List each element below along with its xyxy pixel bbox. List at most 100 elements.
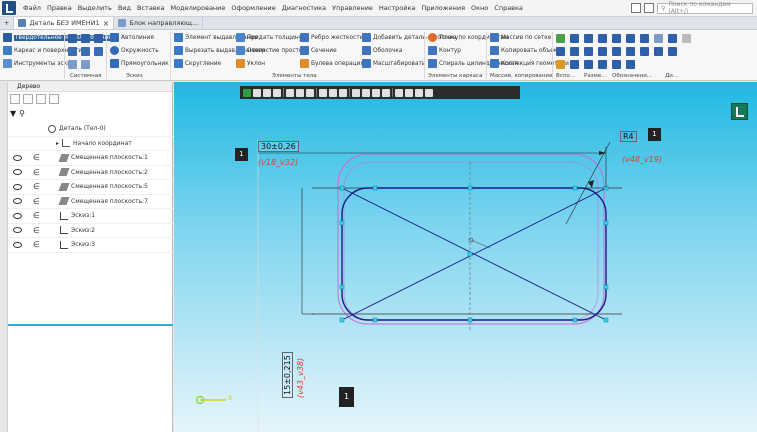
tree-item-plane-1[interactable]: ∈ Смещенная плоскость:1 xyxy=(8,151,173,166)
tree-item-sketch-1[interactable]: ∈ Эскиз:1 xyxy=(8,209,173,224)
expand-icon[interactable]: ▸ xyxy=(56,140,59,147)
tree-filter-icon[interactable] xyxy=(23,94,33,104)
new-file-icon[interactable] xyxy=(68,34,77,43)
designation-icon[interactable] xyxy=(626,34,635,43)
visibility-eye-icon[interactable] xyxy=(13,241,22,248)
visibility-eye-icon[interactable] xyxy=(13,227,22,234)
group-label-system[interactable]: Системная xyxy=(70,73,101,79)
group-label-sketch[interactable]: Эскиз xyxy=(126,73,143,79)
ribbon-draft[interactable]: Уклон xyxy=(236,59,265,68)
ribbon-copy-objects[interactable]: Копировать объекты xyxy=(490,46,565,55)
tab-add[interactable]: + xyxy=(0,17,15,29)
diag-icon[interactable] xyxy=(668,34,677,43)
app-logo-icon[interactable] xyxy=(2,1,16,15)
menu-help[interactable]: Справка xyxy=(491,4,526,12)
ribbon-scale[interactable]: Масштабировать xyxy=(362,59,425,68)
command-search-input[interactable]: ⚲ Поиск по командам (Alt+/) xyxy=(657,1,753,15)
menu-edit[interactable]: Правка xyxy=(44,4,75,12)
group-label-designations[interactable]: Обозначени... xyxy=(612,73,652,79)
ribbon-hole[interactable]: Отверстие простое xyxy=(236,46,306,55)
dimension-linear-icon[interactable] xyxy=(584,34,593,43)
tree-item-sketch-2[interactable]: ∈ Эскиз:2 xyxy=(8,224,173,238)
ribbon-autoline[interactable]: Автолиния xyxy=(110,33,154,42)
ribbon-fillet[interactable]: Скругление xyxy=(174,59,221,68)
menu-file[interactable]: Файл xyxy=(20,4,44,12)
group-label-wireframe-elements[interactable]: Элементы каркаса xyxy=(428,73,482,79)
visibility-eye-icon[interactable] xyxy=(13,198,22,205)
dimension-diameter-icon[interactable] xyxy=(584,47,593,56)
aux-point-icon[interactable] xyxy=(570,34,579,43)
dim-left-value[interactable]: 15±0,215 xyxy=(282,352,293,398)
diag-more-icon[interactable] xyxy=(682,34,691,43)
mark-icon[interactable] xyxy=(654,47,663,56)
menu-select[interactable]: Выделить xyxy=(75,4,115,12)
tree-search[interactable]: ▼ ⚲ xyxy=(10,108,170,118)
group-label-aux[interactable]: Вспо... xyxy=(556,73,575,79)
close-icon[interactable]: × xyxy=(103,19,110,28)
dimension-angle-icon[interactable] xyxy=(598,34,607,43)
dimension-more-icon[interactable] xyxy=(584,60,593,69)
ribbon-section[interactable]: Сечение xyxy=(300,46,337,55)
menu-insert[interactable]: Вставка xyxy=(134,4,168,12)
copy-icon[interactable] xyxy=(81,47,90,56)
group-label-array-copy[interactable]: Массив, копирование xyxy=(490,73,552,79)
group-label-dimensions[interactable]: Разме... xyxy=(584,73,606,79)
ribbon-contour[interactable]: Контур xyxy=(428,46,461,55)
tab-assembly[interactable]: Блок направляющ... xyxy=(114,17,204,29)
dim-radius-value[interactable]: R4 xyxy=(620,131,637,142)
menu-view[interactable]: Вид xyxy=(115,4,134,12)
check-icon[interactable] xyxy=(668,47,677,56)
visibility-eye-icon[interactable] xyxy=(13,169,22,176)
roughness-icon[interactable] xyxy=(640,34,649,43)
group-label-body-elements[interactable]: Элементы тела xyxy=(272,73,317,79)
tree-sort-icon[interactable] xyxy=(49,94,59,104)
window-button[interactable] xyxy=(644,3,654,13)
visibility-eye-icon[interactable] xyxy=(13,212,22,219)
ribbon-circle[interactable]: Окружность xyxy=(110,46,159,55)
visibility-eye-icon[interactable] xyxy=(13,154,22,161)
aux-plane-icon[interactable] xyxy=(556,47,565,56)
ribbon-shell[interactable]: Оболочка xyxy=(362,46,402,55)
leader-icon[interactable] xyxy=(654,34,663,43)
tree-item-plane-2[interactable]: ∈ Смещенная плоскость:2 xyxy=(8,166,173,180)
ribbon-rectangle[interactable]: Прямоугольник xyxy=(110,59,169,68)
menu-window[interactable]: Окно xyxy=(468,4,491,12)
tree-item-plane-5[interactable]: ∈ Смещенная плоскость:5 xyxy=(8,180,173,195)
print-icon[interactable] xyxy=(68,47,77,56)
redo-icon[interactable] xyxy=(81,60,90,69)
dimension-chamfer-icon[interactable] xyxy=(598,60,607,69)
tree-item-origin[interactable]: ▸ Начало координат xyxy=(8,137,173,151)
group-label-diagnostics[interactable]: Ди... xyxy=(665,73,678,79)
base-icon[interactable] xyxy=(626,47,635,56)
tree-structure-icon[interactable] xyxy=(36,94,46,104)
paste-icon[interactable] xyxy=(94,47,103,56)
menu-modeling[interactable]: Моделирование xyxy=(168,4,229,12)
open-file-icon[interactable] xyxy=(81,34,90,43)
ribbon-thicken[interactable]: Придать толщину xyxy=(236,33,302,42)
tree-item-plane-7[interactable]: ∈ Смещенная плоскость:7 xyxy=(8,195,173,209)
aux-axis-icon[interactable] xyxy=(570,47,579,56)
layout-button[interactable] xyxy=(631,3,641,13)
frame-icon[interactable] xyxy=(626,60,635,69)
hatch-icon[interactable] xyxy=(612,60,621,69)
graphics-viewport[interactable]: 1 30±0,26 (v18_v32) R4 1 (v48_v19) 15±0,… xyxy=(174,82,757,432)
tree-item-sketch-3[interactable]: ∈ Эскиз:3 xyxy=(8,238,173,253)
tree-view-icon[interactable] xyxy=(10,94,20,104)
aux-more-icon[interactable] xyxy=(570,60,579,69)
dim-top-value[interactable]: 30±0,26 xyxy=(258,141,299,152)
dimension-height-icon[interactable] xyxy=(598,47,607,56)
dimension-radius-icon[interactable] xyxy=(612,34,621,43)
menu-control[interactable]: Управление xyxy=(329,4,376,12)
tolerance-icon[interactable] xyxy=(640,47,649,56)
dim-left-badge[interactable]: 1 xyxy=(339,387,354,407)
menu-design[interactable]: Оформление xyxy=(228,4,278,12)
ribbon-sketch-tools[interactable]: Инструменты эскиза xyxy=(3,59,78,68)
dim-radius-badge[interactable]: 1 xyxy=(648,128,661,141)
aux-cs-icon[interactable] xyxy=(556,60,565,69)
ribbon-grid-array[interactable]: Массив по сетке xyxy=(490,33,551,42)
ribbon-boolean[interactable]: Булева операция xyxy=(300,59,364,68)
save-icon[interactable] xyxy=(94,34,103,43)
text-icon[interactable] xyxy=(612,47,621,56)
ribbon-rib[interactable]: Ребро жесткости xyxy=(300,33,363,42)
undo-icon[interactable] xyxy=(68,60,77,69)
